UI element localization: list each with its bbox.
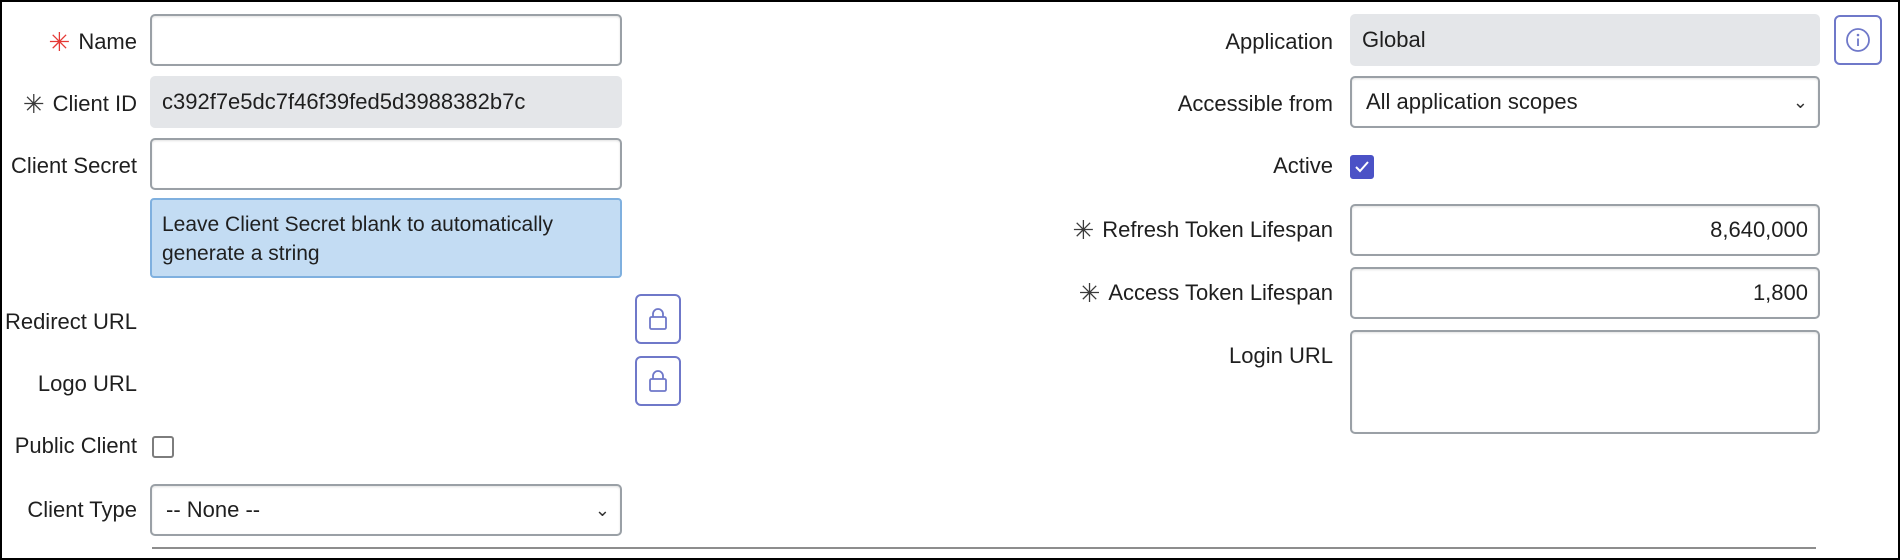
client-type-select[interactable]: -- None -- ⌄ <box>150 484 622 536</box>
form-panel: ✳ Name ✳ Client ID c392f7e5dc7f46f39fed5d3… <box>0 0 1900 560</box>
checkmark-icon <box>1355 161 1369 173</box>
login-url-label: Login URL <box>1229 343 1333 368</box>
chevron-down-icon: ⌄ <box>594 499 610 520</box>
asterisk-icon: ✳ <box>22 89 45 119</box>
name-label: ✳ Name <box>48 27 137 57</box>
active-checkbox[interactable] <box>1350 155 1374 179</box>
public-client-checkbox[interactable] <box>152 436 174 458</box>
lock-icon <box>649 370 667 392</box>
client-id-field: c392f7e5dc7f46f39fed5d3988382b7c <box>150 76 622 128</box>
lock-icon <box>649 308 667 330</box>
client-secret-label: Client Secret <box>11 153 137 178</box>
client-secret-hint: Leave Client Secret blank to automatical… <box>150 198 622 278</box>
client-id-label: ✳ Client ID <box>22 89 137 119</box>
refresh-token-lifespan-label: ✳ Refresh Token Lifespan <box>1072 215 1333 245</box>
logo-url-lock-button[interactable] <box>635 356 681 406</box>
access-token-lifespan-input[interactable]: 1,800 <box>1350 267 1820 319</box>
application-value: Global <box>1362 27 1426 52</box>
client-type-value: -- None -- <box>166 497 261 522</box>
refresh-token-lifespan-value: 8,640,000 <box>1710 217 1808 242</box>
client-secret-input[interactable] <box>150 138 622 190</box>
access-token-lifespan-value: 1,800 <box>1752 280 1808 305</box>
client-type-label: Client Type <box>27 497 137 522</box>
client-id-value: c392f7e5dc7f46f39fed5d3988382b7c <box>162 89 526 114</box>
redirect-url-label: Redirect URL <box>4 309 137 334</box>
application-field: Global <box>1350 14 1820 66</box>
accessible-from-label: Accessible from <box>1177 91 1333 116</box>
logo-url-label: Logo URL <box>37 371 137 396</box>
chevron-down-icon: ⌄ <box>1792 91 1808 112</box>
info-icon <box>1846 28 1870 52</box>
required-asterisk-icon: ✳ <box>48 27 71 57</box>
public-client-label: Public Client <box>14 433 137 458</box>
application-label: Application <box>1225 29 1333 54</box>
accessible-from-select[interactable]: All application scopes ⌄ <box>1350 76 1820 128</box>
redirect-url-lock-button[interactable] <box>635 294 681 344</box>
name-input[interactable] <box>150 14 622 66</box>
asterisk-icon: ✳ <box>1072 215 1095 245</box>
login-url-textarea[interactable] <box>1350 330 1820 434</box>
refresh-token-lifespan-input[interactable]: 8,640,000 <box>1350 204 1820 256</box>
active-label: Active <box>1273 153 1333 178</box>
accessible-from-value: All application scopes <box>1366 89 1578 114</box>
divider <box>152 547 1816 549</box>
info-button[interactable] <box>1834 15 1882 65</box>
access-token-lifespan-label: ✳ Access Token Lifespan <box>1078 278 1333 308</box>
asterisk-icon: ✳ <box>1078 278 1101 308</box>
